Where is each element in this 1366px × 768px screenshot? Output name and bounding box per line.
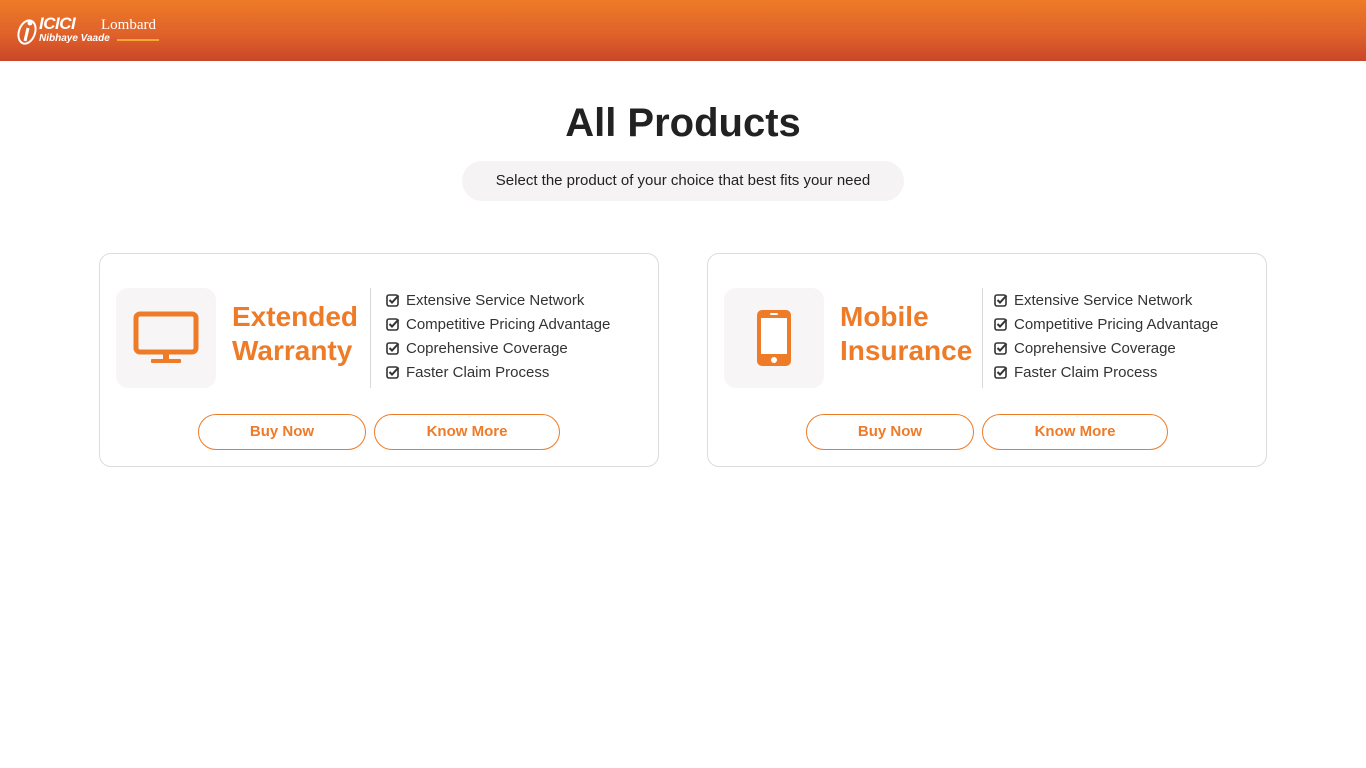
- feature-list: Extensive Service Network Competitive Pr…: [994, 288, 1218, 384]
- checkbox-checked-icon: [994, 366, 1008, 379]
- know-more-button[interactable]: Know More: [374, 414, 560, 450]
- product-card-extended-warranty: Extended Warranty Extensive Service Netw…: [99, 253, 659, 467]
- checkbox-checked-icon: [386, 318, 400, 331]
- feature-label: Competitive Pricing Advantage: [406, 315, 611, 333]
- feature-item: Coprehensive Coverage: [994, 336, 1218, 360]
- product-name: Mobile Insurance: [840, 300, 975, 368]
- header: ICICI Lombard Nibhaye Vaade: [0, 0, 1366, 61]
- checkbox-checked-icon: [386, 342, 400, 355]
- checkbox-checked-icon: [994, 318, 1008, 331]
- logo-tagline: Nibhaye Vaade: [39, 33, 110, 44]
- feature-item: Faster Claim Process: [994, 360, 1218, 384]
- feature-list: Extensive Service Network Competitive Pr…: [386, 288, 610, 384]
- icici-i-emblem-icon: [17, 19, 37, 45]
- feature-label: Faster Claim Process: [406, 363, 550, 381]
- page-title: All Products: [565, 101, 801, 145]
- feature-item: Extensive Service Network: [386, 288, 610, 312]
- feature-label: Extensive Service Network: [1014, 291, 1193, 309]
- know-more-button[interactable]: Know More: [982, 414, 1168, 450]
- buy-now-button[interactable]: Buy Now: [198, 414, 366, 450]
- product-icon-box: [724, 288, 824, 388]
- checkbox-checked-icon: [386, 366, 400, 379]
- feature-item: Competitive Pricing Advantage: [386, 312, 610, 336]
- product-icon-box: [116, 288, 216, 388]
- checkbox-checked-icon: [994, 294, 1008, 307]
- icici-lombard-logo[interactable]: ICICI Lombard Nibhaye Vaade: [17, 14, 167, 48]
- logo-brand-secondary: Lombard: [101, 17, 156, 33]
- product-card-mobile-insurance: Mobile Insurance Extensive Service Netwo…: [707, 253, 1267, 467]
- feature-label: Competitive Pricing Advantage: [1014, 315, 1219, 333]
- logo-brand: ICICI: [39, 14, 76, 33]
- feature-label: Coprehensive Coverage: [1014, 339, 1176, 357]
- product-name-line1: Extended: [232, 301, 359, 332]
- card-divider: [982, 288, 983, 388]
- product-name: Extended Warranty: [232, 300, 367, 368]
- monitor-icon: [133, 311, 199, 363]
- feature-label: Extensive Service Network: [406, 291, 585, 309]
- card-divider: [370, 288, 371, 388]
- page-subtitle: Select the product of your choice that b…: [462, 161, 904, 201]
- feature-item: Extensive Service Network: [994, 288, 1218, 312]
- product-name-line2: Warranty: [232, 335, 353, 366]
- checkbox-checked-icon: [386, 294, 400, 307]
- feature-label: Faster Claim Process: [1014, 363, 1158, 381]
- mobile-phone-icon: [757, 310, 791, 366]
- feature-item: Faster Claim Process: [386, 360, 610, 384]
- product-name-line2: Insurance: [840, 335, 973, 366]
- feature-item: Coprehensive Coverage: [386, 336, 610, 360]
- feature-label: Coprehensive Coverage: [406, 339, 568, 357]
- buy-now-button[interactable]: Buy Now: [806, 414, 974, 450]
- product-name-line1: Mobile: [840, 301, 929, 332]
- logo-underline: [117, 39, 159, 41]
- checkbox-checked-icon: [994, 342, 1008, 355]
- feature-item: Competitive Pricing Advantage: [994, 312, 1218, 336]
